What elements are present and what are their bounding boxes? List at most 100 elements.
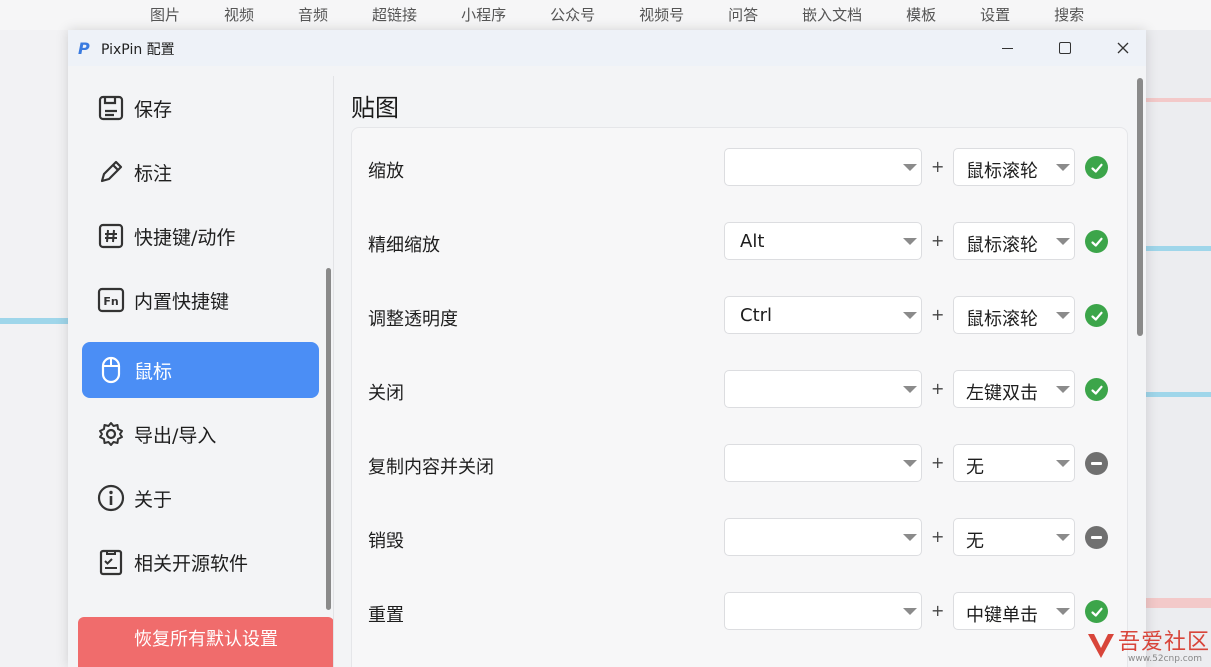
close-button[interactable] — [1094, 30, 1146, 66]
sidebar-item-label: 保存 — [134, 98, 173, 121]
sidebar-item-builtin-shortcuts[interactable]: Fn 内置快捷键 — [82, 272, 319, 328]
sidebar-item-label: 导出/导入 — [134, 424, 217, 447]
setting-row: 重置 + 中键单击 — [352, 576, 1127, 650]
close-icon — [1117, 42, 1129, 54]
mouse-action-dropdown[interactable]: 鼠标滚轮 — [953, 222, 1075, 260]
modifier-key-dropdown[interactable] — [724, 518, 922, 556]
checklist-icon — [96, 547, 126, 577]
chevron-down-icon — [903, 460, 917, 467]
status-enabled-icon — [1085, 378, 1108, 401]
sidebar-item-label: 快捷键/动作 — [134, 226, 236, 249]
settings-window: P PixPin 配置 保存 标注 快捷键/动作 Fn 内置快捷键 鼠标 导出/… — [68, 30, 1146, 667]
desktop-decoration-line — [1146, 392, 1211, 397]
sidebar-item-shortcuts[interactable]: 快捷键/动作 — [82, 208, 319, 264]
plus-sign: + — [931, 379, 945, 398]
minus-icon — [1091, 462, 1102, 465]
desktop-decoration-line — [1146, 98, 1211, 102]
mouse-action-dropdown[interactable]: 无 — [953, 518, 1075, 556]
status-enabled-icon — [1085, 600, 1108, 623]
modifier-key-dropdown[interactable]: Ctrl — [724, 296, 922, 334]
plus-sign: + — [931, 305, 945, 324]
watermark-text: 吾爱社区 — [1118, 630, 1211, 655]
save-icon — [96, 93, 126, 123]
setting-label: 精细缩放 — [368, 235, 440, 256]
fn-key-icon: Fn — [96, 285, 126, 315]
background-menu-item: 视频号 — [639, 6, 685, 24]
mouse-action-dropdown[interactable]: 无 — [953, 444, 1075, 482]
plus-sign: + — [931, 601, 945, 620]
check-icon — [1090, 385, 1103, 395]
modifier-key-dropdown[interactable]: Alt — [724, 222, 922, 260]
reset-defaults-button[interactable]: 恢复所有默认设置 — [78, 617, 334, 667]
background-menu-item: 图片 — [150, 6, 181, 24]
check-icon — [1090, 237, 1103, 247]
modifier-key-dropdown[interactable] — [724, 148, 922, 186]
sidebar-item-save[interactable]: 保存 — [82, 80, 319, 136]
watermark-logo-icon — [1088, 634, 1114, 658]
desktop-decoration-line — [0, 318, 68, 324]
background-menu-item: 模板 — [906, 6, 937, 24]
pixpin-logo-icon: P — [78, 39, 90, 58]
status-enabled-icon — [1085, 156, 1108, 179]
background-menu: 图片 视频 音频 超链接 小程序 公众号 视频号 问答 嵌入文档 模板 设置 搜索 — [150, 4, 1128, 25]
desktop-decoration-line — [1146, 246, 1211, 251]
chevron-down-icon — [1056, 312, 1070, 319]
chevron-down-icon — [903, 238, 917, 245]
mouse-action-dropdown[interactable]: 左键双击 — [953, 370, 1075, 408]
sidebar-item-about[interactable]: 关于 — [82, 470, 319, 526]
sidebar-scrollbar[interactable] — [326, 268, 331, 610]
svg-text:Fn: Fn — [103, 295, 118, 308]
modifier-key-value: Alt — [740, 231, 765, 252]
info-icon — [96, 483, 126, 513]
setting-label: 销毁 — [368, 531, 404, 552]
sidebar-item-mouse[interactable]: 鼠标 — [82, 342, 319, 398]
status-enabled-icon — [1085, 304, 1108, 327]
chevron-down-icon — [1056, 534, 1070, 541]
plus-sign: + — [931, 527, 945, 546]
sidebar-item-annotate[interactable]: 标注 — [82, 144, 319, 200]
modifier-key-dropdown[interactable] — [724, 592, 922, 630]
sidebar-item-open-source[interactable]: 相关开源软件 — [82, 534, 319, 590]
background-menu-item: 视频 — [224, 6, 255, 24]
background-menu-item: 设置 — [980, 6, 1011, 24]
sidebar-item-label: 内置快捷键 — [134, 290, 230, 313]
setting-label: 重置 — [368, 605, 404, 626]
sidebar-divider — [333, 76, 334, 667]
setting-row: 复制内容并关闭 + 无 — [352, 428, 1127, 502]
mouse-action-dropdown[interactable]: 中键单击 — [953, 592, 1075, 630]
mouse-action-value: 鼠标滚轮 — [966, 235, 1038, 256]
maximize-button[interactable] — [1036, 30, 1094, 66]
gear-icon — [96, 419, 126, 449]
mouse-action-value: 无 — [966, 531, 984, 552]
plus-sign: + — [931, 231, 945, 250]
pencil-icon — [96, 157, 126, 187]
chevron-down-icon — [1056, 460, 1070, 467]
desktop-background-shape — [0, 30, 68, 667]
chevron-down-icon — [1056, 238, 1070, 245]
check-icon — [1090, 311, 1103, 321]
chevron-down-icon — [903, 608, 917, 615]
mouse-action-value: 鼠标滚轮 — [966, 161, 1038, 182]
setting-row: 精细缩放 Alt + 鼠标滚轮 — [352, 206, 1127, 280]
minimize-button[interactable] — [978, 30, 1036, 66]
modifier-key-dropdown[interactable] — [724, 370, 922, 408]
mouse-action-dropdown[interactable]: 鼠标滚轮 — [953, 296, 1075, 334]
background-menu-item: 小程序 — [461, 6, 507, 24]
background-menu-item: 公众号 — [550, 6, 596, 24]
chevron-down-icon — [1056, 386, 1070, 393]
maximize-icon — [1059, 42, 1071, 54]
mouse-action-value: 无 — [966, 457, 984, 478]
plus-sign: + — [931, 453, 945, 472]
main-scrollbar[interactable] — [1137, 78, 1143, 336]
sidebar-item-export-import[interactable]: 导出/导入 — [82, 406, 319, 462]
mouse-action-dropdown[interactable]: 鼠标滚轮 — [953, 148, 1075, 186]
background-menu-item: 超链接 — [372, 6, 418, 24]
title-bar: P PixPin 配置 — [68, 30, 1146, 66]
minimize-icon — [1001, 47, 1013, 49]
background-menu-item: 问答 — [728, 6, 759, 24]
modifier-key-dropdown[interactable] — [724, 444, 922, 482]
mouse-icon — [96, 355, 126, 385]
chevron-down-icon — [1056, 164, 1070, 171]
watermark: 吾爱社区 www.52cnp.com — [1082, 626, 1211, 667]
hash-icon — [96, 221, 126, 251]
